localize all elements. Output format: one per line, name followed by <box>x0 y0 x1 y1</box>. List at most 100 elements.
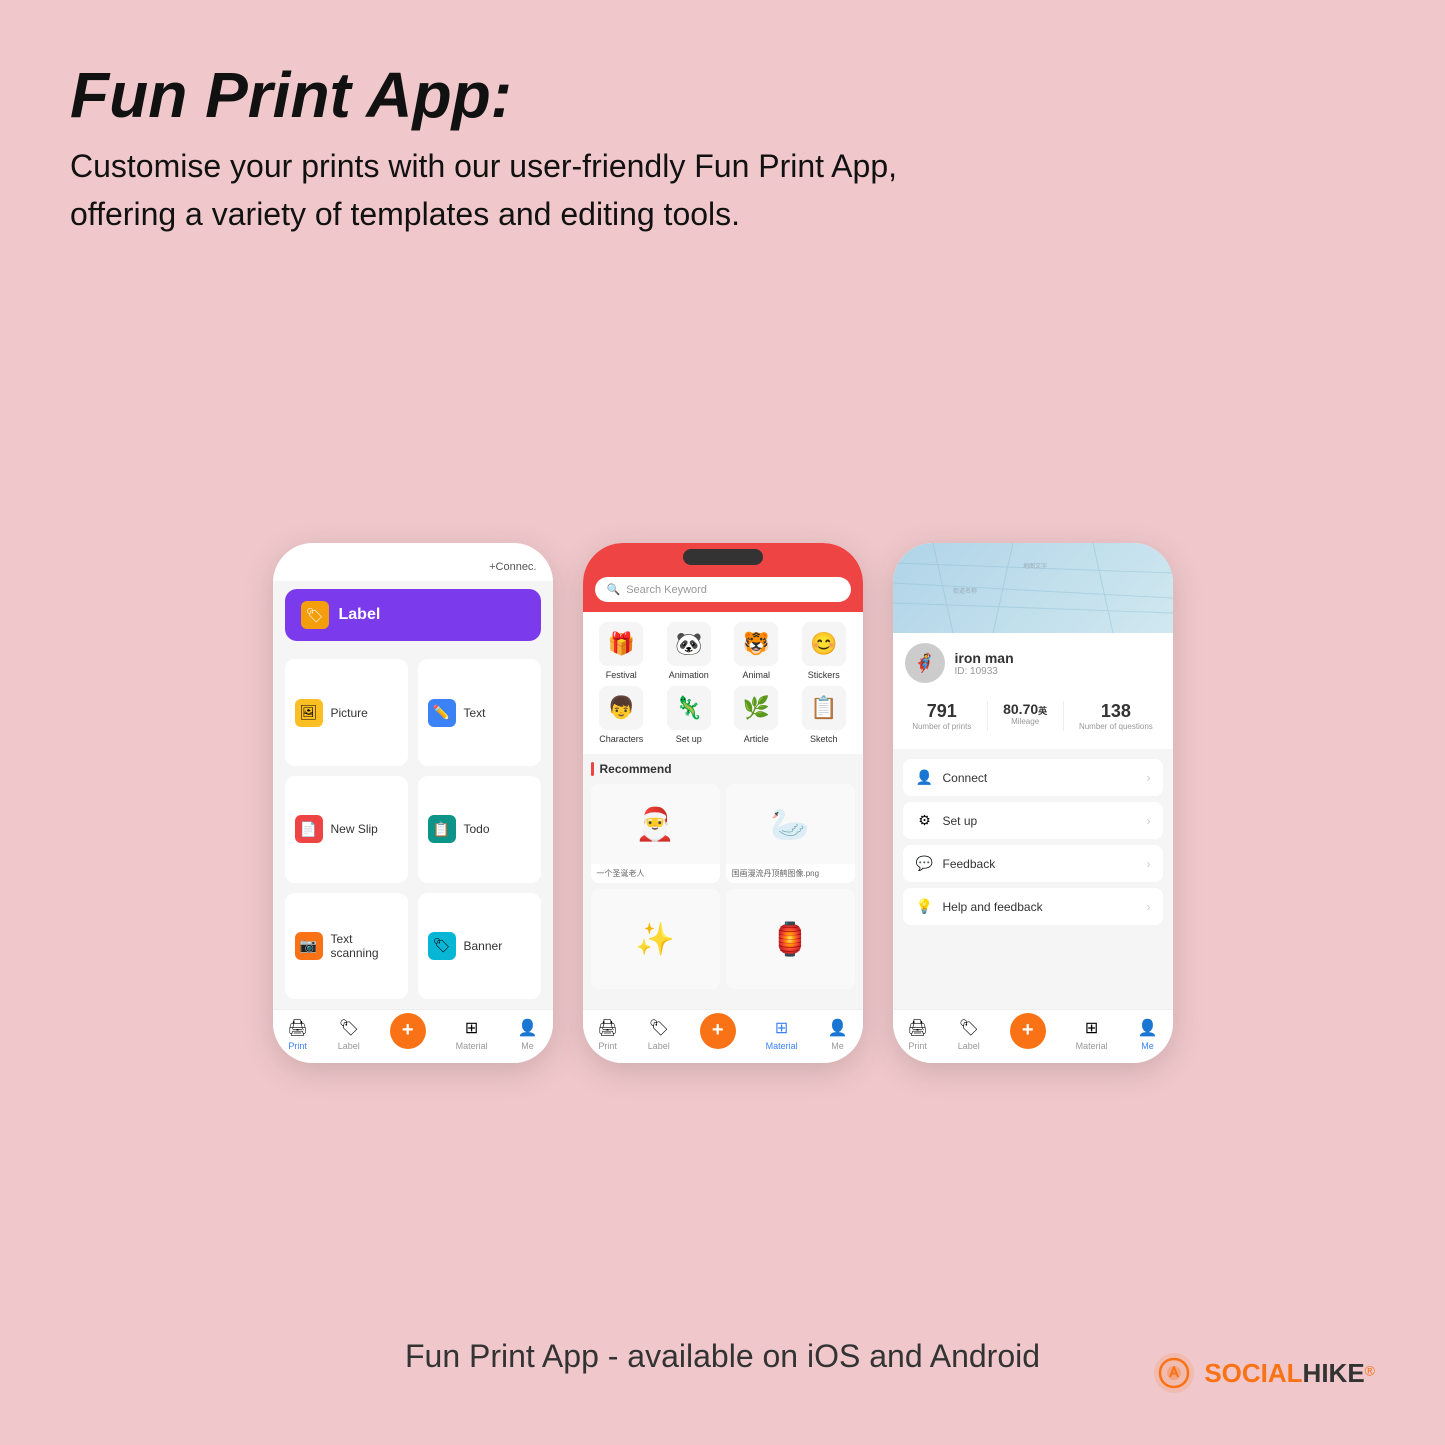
recommend-title: Recommend <box>591 762 855 776</box>
phone3-help-label: Help and feedback <box>943 900 1139 914</box>
characters-icon: 👦 <box>599 686 643 730</box>
recommend-card-4[interactable]: 🏮 <box>726 889 855 989</box>
cat-setup[interactable]: 🦎 Set up <box>658 686 720 744</box>
subtitle-line2: offering a variety of templates and edit… <box>70 196 740 232</box>
phone1-topbar: +Connec. <box>273 543 553 581</box>
cat-sketch-label: Sketch <box>810 734 838 744</box>
phone2-nav-print[interactable]: 🖨 Print <box>597 1018 617 1051</box>
subtitle-line1: Customise your prints with our user-frie… <box>70 148 897 184</box>
phone2-nav-funprint-btn[interactable]: + <box>700 1013 736 1049</box>
phone2-nav-label[interactable]: 🏷 Label <box>648 1018 670 1051</box>
cat-characters[interactable]: 👦 Characters <box>591 686 653 744</box>
brand-hike: HIKE <box>1303 1358 1365 1388</box>
connect-text: +Connec. <box>489 561 536 573</box>
me-icon: 👤 <box>518 1018 538 1038</box>
animal-icon: 🐯 <box>734 622 778 666</box>
recommend-card-1[interactable]: 🎅 一个圣诞老人 <box>591 784 720 883</box>
recommend-bar <box>591 762 594 776</box>
cat-animation[interactable]: 🐼 Animation <box>658 622 720 680</box>
phone2-nav-me-label: Me <box>831 1041 844 1051</box>
menu-item-todo[interactable]: 📋 Todo <box>418 776 541 883</box>
svg-text:街道名称: 街道名称 <box>953 587 977 595</box>
search-placeholder: Search Keyword <box>626 584 707 596</box>
phone2-nav-material[interactable]: ⊞ Material <box>766 1018 798 1051</box>
newslip-icon: 📄 <box>295 815 323 843</box>
nav-material[interactable]: ⊞ Material <box>456 1018 488 1051</box>
help-icon: 💡 <box>915 898 935 915</box>
menu-label-newslip: New Slip <box>331 822 378 836</box>
app-title: Fun Print App: <box>70 60 1375 130</box>
cat-sketch[interactable]: 📋 Sketch <box>793 686 855 744</box>
menu-label-text: Text <box>464 706 486 720</box>
phone2-nav-me[interactable]: 👤 Me <box>828 1018 848 1051</box>
phone3-nav-label[interactable]: 🏷 Label <box>958 1018 980 1051</box>
menu-item-picture[interactable]: 🖼 Picture <box>285 659 408 766</box>
phone1-bottom-nav: 🖨 Print 🏷 Label + ⊞ Material 👤 Me <box>273 1009 553 1063</box>
cat-festival[interactable]: 🎁 Festival <box>591 622 653 680</box>
brand-social: SOCIAL <box>1204 1358 1302 1388</box>
phone3-nav-print[interactable]: 🖨 Print <box>907 1018 927 1051</box>
setup-arrow-icon: › <box>1147 814 1151 828</box>
svg-text:地图文字: 地图文字 <box>1023 562 1047 570</box>
phone3-nav-print-label: Print <box>908 1041 927 1051</box>
recommend-text: Recommend <box>600 762 672 776</box>
nav-label[interactable]: 🏷 Label <box>338 1018 360 1051</box>
banner-icon: 🏷 <box>428 932 456 960</box>
phone3-nav-me[interactable]: 👤 Me <box>1138 1018 1158 1051</box>
phone3-nav-funprint-btn[interactable]: + <box>1010 1013 1046 1049</box>
brand-logo-icon <box>1152 1351 1196 1395</box>
festival-icon: 🎁 <box>599 622 643 666</box>
textscanning-icon: 📷 <box>295 932 323 960</box>
phone3-connect-label: Connect <box>943 771 1139 785</box>
brand-footer: SOCIALHIKE® <box>1152 1351 1375 1395</box>
cat-stickers[interactable]: 😊 Stickers <box>793 622 855 680</box>
brand-reg: ® <box>1365 1362 1375 1378</box>
phone3-menu-feedback[interactable]: 💬 Feedback › <box>903 845 1163 882</box>
nav-label-label: Label <box>338 1041 360 1051</box>
setup-icon: 🦎 <box>667 686 711 730</box>
phone3-nav-material-label: Material <box>1076 1041 1108 1051</box>
stat-divider-2 <box>1063 701 1064 731</box>
page-container: Fun Print App: Customise your prints wit… <box>0 0 1445 1445</box>
menu-label-picture: Picture <box>331 706 368 720</box>
phone2-material-icon: ⊞ <box>775 1018 788 1038</box>
stat-questions: 138 Number of questions <box>1079 701 1153 731</box>
recommend-card-1-img: 🎅 <box>591 784 720 864</box>
picture-icon: 🖼 <box>295 699 323 727</box>
search-input-box[interactable]: 🔍 Search Keyword <box>595 577 851 602</box>
animation-icon: 🐼 <box>667 622 711 666</box>
search-icon: 🔍 <box>607 583 621 596</box>
stat-divider-1 <box>987 701 988 731</box>
recommend-card-2[interactable]: 🦢 国画漫流丹顶鹤图像.png <box>726 784 855 883</box>
menu-item-text[interactable]: ✏️ Text <box>418 659 541 766</box>
subtitle: Customise your prints with our user-frie… <box>70 142 1375 238</box>
cat-article[interactable]: 🌿 Article <box>726 686 788 744</box>
phone3-profile-section: 🦸 iron man ID: 10933 791 Number of print… <box>893 633 1173 749</box>
cat-animal[interactable]: 🐯 Animal <box>726 622 788 680</box>
phone3-menu-setup[interactable]: ⚙ Set up › <box>903 802 1163 839</box>
phone3-menu-connect[interactable]: 👤 Connect › <box>903 759 1163 796</box>
stat-prints-label: Number of prints <box>912 722 971 731</box>
stat-prints-value: 791 <box>927 701 957 722</box>
phone2-nav-print-label: Print <box>598 1041 617 1051</box>
stickers-icon: 😊 <box>802 622 846 666</box>
profile-id: ID: 10933 <box>955 666 1161 677</box>
title-section: Fun Print App: Customise your prints wit… <box>70 60 1375 238</box>
nav-print[interactable]: 🖨 Print <box>287 1018 307 1051</box>
menu-label-todo: Todo <box>464 822 490 836</box>
nav-me[interactable]: 👤 Me <box>518 1018 538 1051</box>
phone3-nav-material[interactable]: ⊞ Material <box>1076 1018 1108 1051</box>
nav-funprint-btn[interactable]: + <box>390 1013 426 1049</box>
phone3-nav-label-label: Label <box>958 1041 980 1051</box>
profile-info: iron man ID: 10933 <box>955 650 1161 677</box>
menu-item-banner[interactable]: 🏷 Banner <box>418 893 541 1000</box>
menu-item-textscanning[interactable]: 📷 Text scanning <box>285 893 408 1000</box>
recommend-card-3[interactable]: ✨ <box>591 889 720 989</box>
menu-label-banner: Banner <box>464 939 503 953</box>
menu-item-newslip[interactable]: 📄 New Slip <box>285 776 408 883</box>
feedback-icon: 💬 <box>915 855 935 872</box>
cat-festival-label: Festival <box>606 670 637 680</box>
phone2-search-bar[interactable]: 🔍 Search Keyword <box>583 571 863 612</box>
phone2-bottom-nav: 🖨 Print 🏷 Label + ⊞ Material 👤 Me <box>583 1009 863 1063</box>
phone3-menu-help[interactable]: 💡 Help and feedback › <box>903 888 1163 925</box>
